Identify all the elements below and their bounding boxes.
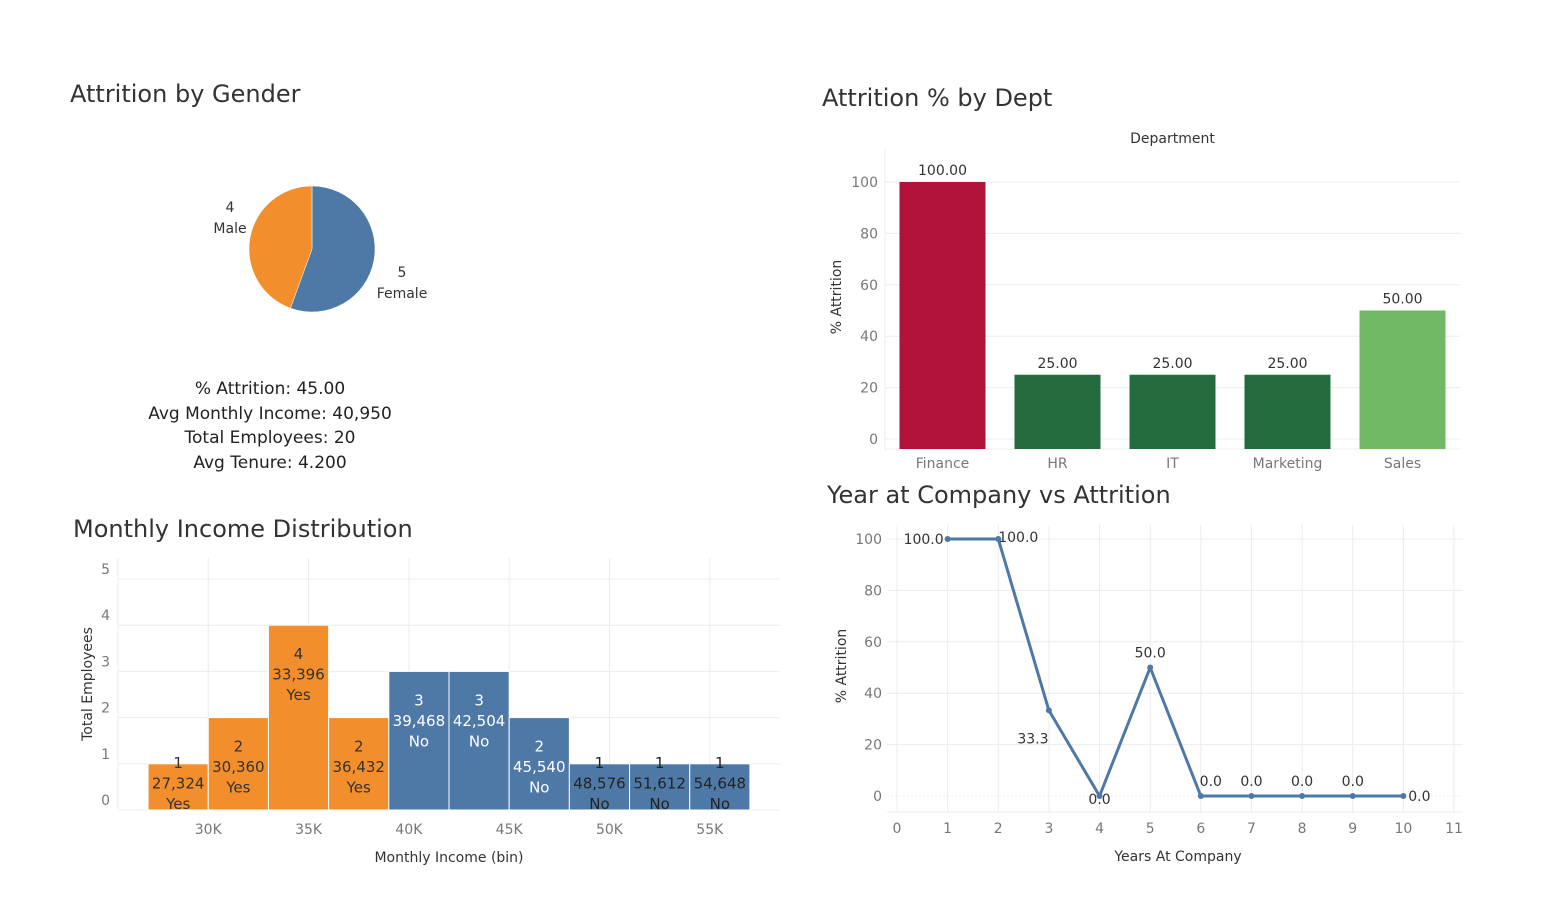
years-line-chart: 0 20 40 60 80 100 0 1 2 3 4 5 6 7 8 9 10 11 Years At Compa… (834, 525, 1463, 865)
years-point-label: 0.0 (1291, 774, 1313, 790)
years-y-axis-title: % Attrition (834, 629, 850, 704)
years-x-tick-label: 11 (1445, 821, 1463, 837)
years-point-label: 100.0 (904, 532, 944, 548)
years-y-tick-label: 40 (864, 686, 882, 702)
years-x-tick-label: 7 (1247, 821, 1256, 837)
years-y-tick-label: 0 (873, 789, 882, 805)
years-point-label: 0.0 (1088, 792, 1110, 808)
years-point (1400, 793, 1407, 799)
years-point-label: 0.0 (1240, 774, 1262, 790)
years-point (1147, 664, 1154, 671)
years-y-tick-label: 100 (855, 532, 882, 548)
years-x-tick-label: 6 (1196, 821, 1205, 837)
years-point (1248, 793, 1255, 799)
years-y-tick-label: 20 (864, 738, 882, 754)
years-x-axis-title: Years At Company (1113, 849, 1241, 865)
years-x-tick-label: 10 (1394, 821, 1412, 837)
years-x-tick-label: 3 (1044, 821, 1053, 837)
years-point-label: 0.0 (1408, 789, 1430, 805)
years-point-label: 33.3 (1017, 731, 1048, 747)
years-point-label: 100.0 (998, 530, 1038, 546)
years-y-tick-label: 60 (864, 635, 882, 651)
years-series-line (947, 537, 1404, 798)
years-x-tick-label: 4 (1095, 821, 1104, 837)
years-x-tick-label: 9 (1348, 821, 1357, 837)
years-point (1299, 793, 1306, 799)
years-x-tick-label: 5 (1146, 821, 1155, 837)
years-x-tick-label: 1 (943, 821, 952, 837)
years-y-tick-label: 80 (864, 583, 882, 599)
years-point (944, 536, 951, 542)
years-point-label: 0.0 (1342, 774, 1364, 790)
years-x-tick-label: 8 (1298, 821, 1307, 837)
years-point-label: 50.0 (1135, 646, 1166, 662)
years-x-tick-label: 0 (893, 821, 902, 837)
years-point (1197, 793, 1204, 799)
years-point-label: 0.0 (1200, 774, 1222, 790)
years-x-tick-label: 2 (994, 821, 1003, 837)
years-point (1349, 793, 1356, 799)
years-point (1045, 707, 1052, 714)
